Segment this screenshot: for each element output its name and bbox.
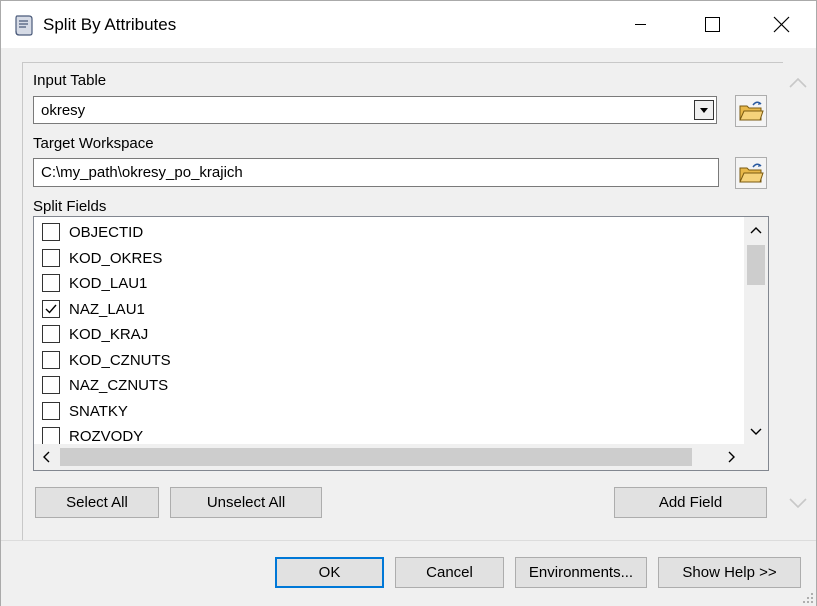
field-label: KOD_OKRES bbox=[69, 249, 163, 267]
ok-button[interactable]: OK bbox=[275, 557, 384, 588]
field-checkbox[interactable] bbox=[42, 376, 60, 394]
panel-scroll-up-icon[interactable] bbox=[785, 65, 811, 105]
resize-grip-icon[interactable] bbox=[802, 592, 814, 604]
field-checkbox[interactable] bbox=[42, 274, 60, 292]
scroll-down-icon[interactable] bbox=[744, 419, 768, 445]
field-label: KOD_CZNUTS bbox=[69, 351, 171, 369]
field-label: NAZ_CZNUTS bbox=[69, 377, 169, 394]
window-title: Split By Attributes bbox=[43, 15, 177, 34]
field-checkbox[interactable] bbox=[42, 427, 60, 445]
field-label: KOD_LAU1 bbox=[69, 275, 148, 292]
panel-scrollbar[interactable] bbox=[785, 65, 811, 521]
field-checkbox[interactable] bbox=[42, 401, 60, 420]
cancel-button[interactable]: Cancel bbox=[395, 557, 504, 588]
list-item[interactable]: KOD_KRAJ bbox=[42, 322, 732, 347]
dialog-window: Split By Attributes Input Table okresy T… bbox=[0, 0, 817, 606]
select-all-button[interactable]: Select All bbox=[35, 487, 159, 518]
field-label: KOD_KRAJ bbox=[69, 326, 149, 343]
field-checkbox[interactable] bbox=[42, 248, 60, 267]
list-item[interactable]: OBJECTID bbox=[42, 220, 732, 245]
vertical-scroll-thumb[interactable] bbox=[747, 245, 765, 285]
list-item[interactable]: NAZ_LAU1 bbox=[42, 297, 732, 322]
input-table-select[interactable]: okresy bbox=[33, 96, 717, 124]
list-item[interactable]: KOD_OKRES bbox=[42, 246, 732, 271]
scroll-left-icon[interactable] bbox=[34, 444, 60, 470]
maximize-icon bbox=[705, 17, 720, 32]
field-label: SNATKY bbox=[69, 402, 128, 420]
unselect-all-button[interactable]: Unselect All bbox=[170, 487, 322, 518]
script-tool-icon bbox=[13, 13, 35, 37]
title-bar[interactable]: Split By Attributes bbox=[1, 1, 816, 48]
list-item[interactable]: SNATKY bbox=[42, 399, 732, 424]
show-help-button[interactable]: Show Help >> bbox=[658, 557, 801, 588]
input-table-value: okresy bbox=[41, 102, 86, 119]
maximize-button[interactable] bbox=[687, 1, 733, 48]
close-button[interactable] bbox=[757, 1, 803, 48]
split-fields-label: Split Fields bbox=[33, 198, 107, 215]
add-field-button[interactable]: Add Field bbox=[614, 487, 767, 518]
browse-target-workspace-button[interactable] bbox=[735, 157, 767, 189]
input-table-label: Input Table bbox=[33, 72, 107, 89]
field-label: ROZVODY bbox=[69, 428, 144, 445]
dropdown-arrow-icon[interactable] bbox=[694, 100, 714, 120]
panel-scroll-down-icon[interactable] bbox=[785, 481, 811, 521]
vertical-scrollbar[interactable] bbox=[744, 217, 768, 445]
field-label: OBJECTID bbox=[69, 224, 144, 241]
scroll-up-icon[interactable] bbox=[744, 217, 768, 243]
list-item[interactable]: NAZ_CZNUTS bbox=[42, 373, 732, 398]
field-label: NAZ_LAU1 bbox=[69, 300, 145, 318]
field-checkbox[interactable] bbox=[42, 350, 60, 369]
horizontal-scroll-thumb[interactable] bbox=[60, 448, 692, 466]
checkmark-icon bbox=[45, 304, 57, 314]
minimize-button[interactable] bbox=[623, 1, 669, 48]
horizontal-scrollbar[interactable] bbox=[34, 444, 744, 470]
list-item[interactable]: KOD_LAU1 bbox=[42, 271, 732, 296]
scroll-right-icon[interactable] bbox=[718, 444, 744, 470]
field-checkbox[interactable] bbox=[42, 223, 60, 241]
open-folder-icon bbox=[739, 163, 764, 183]
close-icon bbox=[773, 16, 790, 33]
minimize-icon bbox=[635, 24, 646, 25]
scroll-corner bbox=[744, 444, 768, 470]
environments-button[interactable]: Environments... bbox=[515, 557, 647, 588]
list-item[interactable]: KOD_CZNUTS bbox=[42, 348, 732, 373]
open-folder-icon bbox=[739, 101, 764, 121]
target-workspace-field[interactable]: C:\my_path\okresy_po_krajich bbox=[33, 158, 719, 187]
field-checkbox[interactable] bbox=[42, 325, 60, 343]
target-workspace-label: Target Workspace bbox=[33, 135, 154, 152]
browse-input-table-button[interactable] bbox=[735, 95, 767, 127]
field-checkbox[interactable] bbox=[42, 299, 60, 318]
target-workspace-value: C:\my_path\okresy_po_krajich bbox=[41, 164, 243, 181]
dialog-footer: OK Cancel Environments... Show Help >> bbox=[1, 540, 816, 606]
split-fields-list[interactable]: OBJECTID KOD_OKRES KOD_LAU1 NAZ_LAU1 KOD_KRA… bbox=[33, 216, 769, 471]
